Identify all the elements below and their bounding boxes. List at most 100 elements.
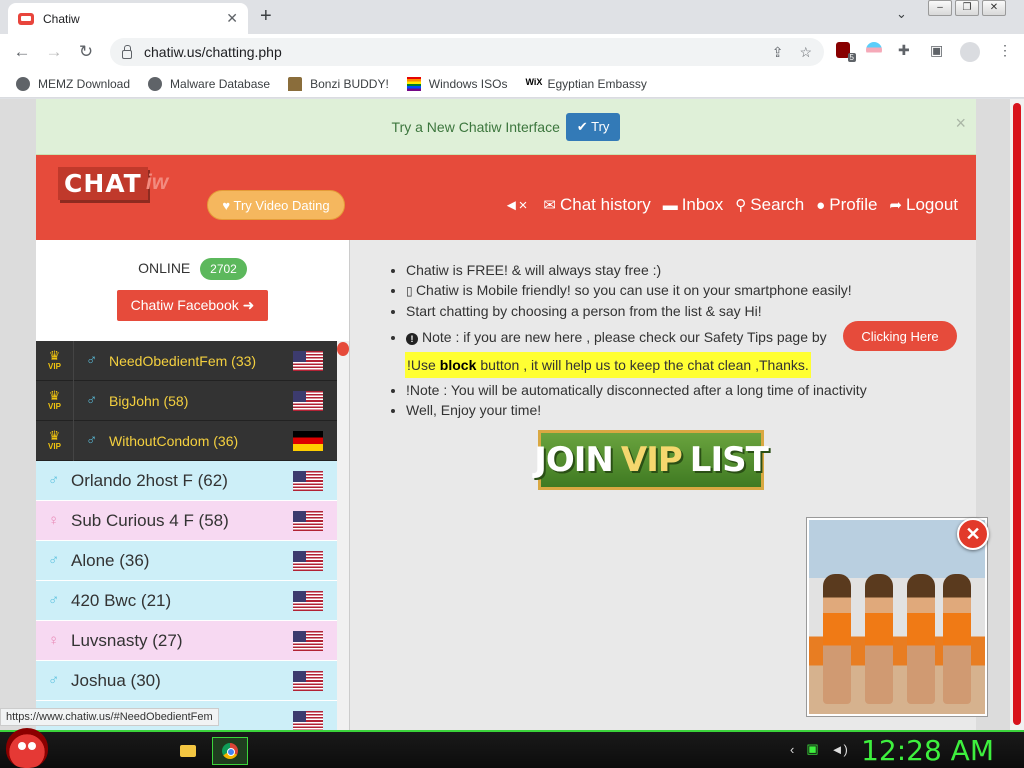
- username[interactable]: Joshua (30): [71, 671, 293, 691]
- minimize-button[interactable]: –: [928, 0, 952, 16]
- banner-close-icon[interactable]: ×: [955, 113, 966, 134]
- us-flag-icon: [293, 670, 323, 691]
- mobile-icon: ▯: [406, 284, 416, 298]
- speaker-mute-icon: ◄×: [503, 196, 528, 214]
- start-button-angry-bird-icon[interactable]: [6, 728, 48, 768]
- username[interactable]: BigJohn (58): [109, 393, 293, 409]
- new-tab-button[interactable]: +: [260, 5, 272, 28]
- us-flag-icon: [293, 590, 323, 611]
- chatiw-logo[interactable]: CHAT iw: [58, 167, 173, 217]
- ad-figure: [943, 574, 971, 704]
- page-scrollbar[interactable]: [1010, 99, 1024, 730]
- page-scroll-thumb[interactable]: [1013, 103, 1021, 725]
- online-label: ONLINE: [138, 260, 191, 276]
- user-row[interactable]: ♂ Joshua (30): [36, 661, 337, 701]
- tray-expand-icon[interactable]: ‹: [790, 742, 794, 757]
- chatiw-facebook-button[interactable]: Chatiw Facebook ➜: [117, 290, 268, 321]
- chat-history-link[interactable]: ✉ Chat history: [543, 195, 650, 215]
- bookmark-bonzi-buddy[interactable]: Bonzi BUDDY!: [288, 76, 389, 91]
- ad-image[interactable]: [809, 520, 985, 714]
- user-row[interactable]: ♛ VIP ♂ NeedObedientFem (33): [36, 340, 337, 381]
- tab-chatiw[interactable]: Chatiw ✕: [8, 3, 248, 34]
- list-item: Chatiw is FREE! & will always stay free …: [406, 262, 966, 278]
- back-arrow-icon[interactable]: ←: [6, 42, 38, 62]
- globe-icon: [148, 76, 163, 91]
- ublock-extension-icon[interactable]: 5: [836, 42, 856, 62]
- side-panel-icon[interactable]: ▣: [930, 42, 943, 59]
- tab-close-icon[interactable]: ✕: [226, 10, 238, 27]
- us-flag-icon: [293, 390, 323, 411]
- safety-tips-button[interactable]: Clicking Here: [843, 321, 957, 351]
- extension-badge: 5: [847, 53, 856, 62]
- user-list-scrollbar[interactable]: [337, 341, 349, 730]
- header-nav: ◄× ✉ Chat history ▬ Inbox ⚲ Search ● Profile…: [492, 195, 958, 215]
- chrome-taskbar-button[interactable]: [212, 737, 248, 765]
- ad-popup[interactable]: ✕: [806, 517, 989, 717]
- scroll-thumb[interactable]: [337, 342, 349, 356]
- reload-icon[interactable]: ↻: [70, 42, 102, 62]
- bookmark-malware-database[interactable]: Malware Database: [148, 76, 270, 91]
- try-button[interactable]: ✔ Try: [565, 112, 621, 141]
- address-bar[interactable]: chatiw.us/chatting.php ⇪ ☆: [110, 38, 824, 66]
- user-row[interactable]: ♂ Alone (36): [36, 541, 337, 581]
- us-flag-icon: [293, 710, 323, 730]
- extensions-puzzle-icon[interactable]: ✚: [898, 42, 910, 59]
- username[interactable]: 420 Bwc (21): [71, 591, 293, 611]
- male-icon: ♂: [48, 592, 60, 609]
- url-text[interactable]: chatiw.us/chatting.php: [144, 44, 756, 60]
- bookmarks-bar: MEMZ Download Malware Database Bonzi BUD…: [0, 70, 1024, 98]
- wix-icon: WiX: [525, 76, 543, 87]
- online-counter: ONLINE 2702: [36, 258, 349, 280]
- inbox-link[interactable]: ▬ Inbox: [663, 195, 724, 215]
- list-item: Start chatting by choosing a person from…: [406, 303, 966, 319]
- lock-icon[interactable]: [122, 44, 132, 59]
- male-icon: ♂: [86, 392, 98, 409]
- logo-chat-text: CHAT: [58, 167, 148, 200]
- trans-flag-extension-icon[interactable]: [866, 42, 882, 58]
- bookmark-memz[interactable]: MEMZ Download: [16, 76, 130, 91]
- us-flag-icon: [293, 510, 323, 531]
- user-row[interactable]: ♛ VIP ♂ BigJohn (58): [36, 380, 337, 421]
- user-row[interactable]: ♛ VIP ♂ WithoutCondom (36): [36, 420, 337, 461]
- user-row[interactable]: ♀ Luvsnasty (27): [36, 621, 337, 661]
- logout-link[interactable]: ➦ Logout: [889, 195, 958, 215]
- tab-search-chevron-icon[interactable]: ⌄: [896, 6, 907, 22]
- username[interactable]: WithoutCondom (36): [109, 433, 293, 449]
- bookmark-egyptian-embassy[interactable]: WiX Egyptian Embassy: [525, 77, 646, 91]
- ad-close-button[interactable]: ✕: [957, 518, 989, 550]
- username[interactable]: Luvsnasty (27): [71, 631, 293, 651]
- banner-text: Try a New Chatiw Interface: [391, 118, 560, 135]
- username[interactable]: Alone (36): [71, 551, 293, 571]
- username[interactable]: Orlando 2host F (62): [71, 471, 293, 491]
- video-dating-button[interactable]: ♥ Try Video Dating: [207, 190, 345, 220]
- file-explorer-taskbar-button[interactable]: [170, 737, 206, 765]
- user-row[interactable]: ♂ Orlando 2host F (62): [36, 461, 337, 501]
- forward-arrow-icon[interactable]: →: [38, 42, 70, 62]
- browser-toolbar: ← → ↻ chatiw.us/chatting.php ⇪ ☆ 5 ✚ ▣ ⋮: [0, 34, 1024, 70]
- germany-flag-icon: [293, 430, 323, 451]
- ad-figure: [907, 574, 935, 704]
- close-window-button[interactable]: ✕: [982, 0, 1006, 16]
- username[interactable]: Sub Curious 4 F (58): [71, 511, 293, 531]
- username[interactable]: NeedObedientFem (33): [109, 353, 293, 369]
- bookmark-star-icon[interactable]: ☆: [799, 44, 812, 61]
- link-status-bubble: https://www.chatiw.us/#NeedObedientFem: [0, 708, 219, 726]
- ad-figure: [823, 574, 851, 704]
- network-icon[interactable]: ▣: [806, 741, 818, 757]
- user-row[interactable]: ♀ Sub Curious 4 F (58): [36, 501, 337, 541]
- user-row[interactable]: ♂ 420 Bwc (21): [36, 581, 337, 621]
- profile-avatar-icon[interactable]: [960, 42, 980, 62]
- volume-icon[interactable]: ◄): [831, 742, 848, 757]
- bookmark-windows-isos[interactable]: Windows ISOs: [406, 76, 507, 91]
- share-icon[interactable]: ⇪: [772, 44, 784, 61]
- profile-link[interactable]: ● Profile: [816, 195, 877, 215]
- male-icon: ♂: [48, 552, 60, 569]
- tab-title: Chatiw: [43, 11, 80, 26]
- maximize-button[interactable]: ❐: [955, 0, 979, 16]
- chrome-menu-icon[interactable]: ⋮: [998, 42, 1012, 59]
- search-link[interactable]: ⚲ Search: [735, 195, 804, 215]
- mute-sound-button[interactable]: ◄×: [504, 197, 532, 214]
- vip-crown-icon: ♛ VIP: [36, 380, 74, 421]
- taskbar-clock[interactable]: 12:28 AM: [861, 734, 994, 767]
- join-vip-list-banner[interactable]: JOIN VIP LIST: [534, 430, 769, 490]
